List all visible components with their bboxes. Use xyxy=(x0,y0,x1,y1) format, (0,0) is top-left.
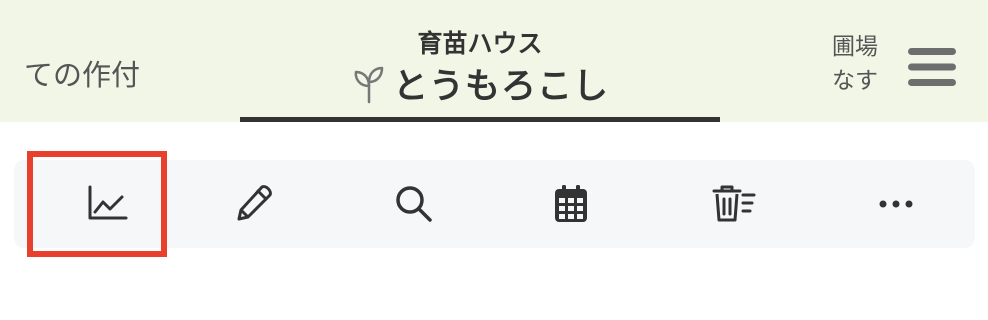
tab-next[interactable]: 圃場 なす xyxy=(832,30,884,100)
trash-list-icon xyxy=(712,185,756,222)
tab-current-title: とうもろこし xyxy=(392,67,609,107)
tab-current-location: 育苗ハウス xyxy=(417,29,543,58)
tab-bar: ての作付 育苗ハウス とうもろこし 圃場 なす xyxy=(0,0,988,122)
more-dots-icon xyxy=(879,200,913,208)
menu-button[interactable] xyxy=(904,42,960,92)
delete-list-button[interactable] xyxy=(684,160,784,248)
calendar-icon xyxy=(555,185,587,222)
tab-previous[interactable]: ての作付 xyxy=(0,52,140,94)
tab-next-line2: なす xyxy=(832,68,878,94)
tab-previous-label: ての作付 xyxy=(23,58,140,92)
calendar-button[interactable] xyxy=(521,160,621,248)
tab-next-line1: 圃場 xyxy=(832,34,878,60)
chart-button[interactable] xyxy=(58,160,158,248)
tab-current[interactable]: 育苗ハウス とうもろこし xyxy=(240,0,720,122)
sprout-icon xyxy=(351,64,387,104)
tab-current-crop: とうもろこし xyxy=(240,58,720,109)
more-button[interactable] xyxy=(846,160,946,248)
chart-line-icon xyxy=(88,185,128,220)
pencil-icon xyxy=(237,185,272,221)
search-button[interactable] xyxy=(364,160,464,248)
edit-button[interactable] xyxy=(204,160,304,248)
action-toolbar xyxy=(14,160,975,248)
search-icon xyxy=(396,186,432,222)
hamburger-menu-icon xyxy=(908,48,956,86)
